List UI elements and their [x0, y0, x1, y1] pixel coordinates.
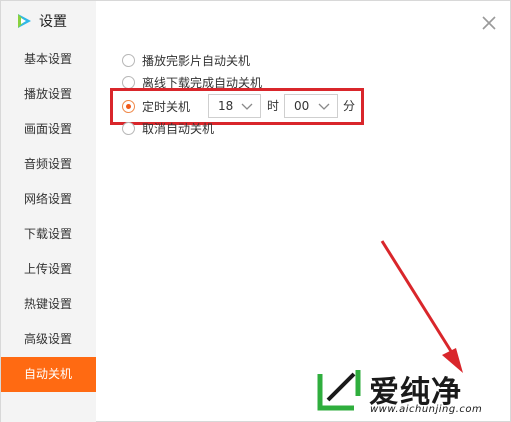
option-label: 取消自动关机	[142, 121, 215, 136]
hour-value: 18	[218, 99, 234, 113]
window-title: 设置	[39, 14, 67, 30]
settings-sidebar: 设置 基本设置 播放设置 画面设置 音频设置 网络设置 下载设置 上传设置 热键…	[1, 1, 96, 422]
option-shutdown-after-playback[interactable]: 播放完影片自动关机	[122, 51, 250, 69]
sidebar-item-hotkey[interactable]: 热键设置	[1, 287, 96, 322]
sidebar-item-download[interactable]: 下载设置	[1, 217, 96, 252]
sidebar-item-upload[interactable]: 上传设置	[1, 252, 96, 287]
hour-unit-label: 时	[267, 99, 280, 113]
option-scheduled-shutdown[interactable]: 定时关机	[122, 97, 190, 115]
option-label: 定时关机	[142, 99, 191, 114]
sidebar-item-picture[interactable]: 画面设置	[1, 112, 96, 147]
close-icon[interactable]	[480, 14, 498, 32]
watermark-url: www.aichunjing.com	[370, 404, 483, 415]
option-cancel-auto-shutdown[interactable]: 取消自动关机	[122, 119, 214, 137]
chevron-down-icon	[318, 103, 330, 110]
watermark: 爱纯净 www.aichunjing.com	[306, 363, 511, 422]
play-logo-icon	[18, 14, 31, 28]
sidebar-item-network[interactable]: 网络设置	[1, 182, 96, 217]
radio-button[interactable]	[122, 121, 135, 135]
radio-button-checked[interactable]	[122, 99, 135, 113]
minute-value: 00	[294, 99, 310, 113]
hour-select[interactable]: 18	[208, 94, 261, 118]
radio-button[interactable]	[122, 75, 135, 89]
sidebar-item-advanced[interactable]: 高级设置	[1, 322, 96, 357]
chevron-down-icon	[241, 103, 253, 110]
app-header: 设置	[15, 10, 67, 32]
radio-button[interactable]	[122, 53, 135, 67]
minute-select[interactable]: 00	[284, 94, 338, 118]
sidebar-item-audio[interactable]: 音频设置	[1, 147, 96, 182]
watermark-logo-icon	[317, 370, 361, 411]
sidebar-item-auto-shutdown[interactable]: 自动关机	[1, 357, 96, 392]
sidebar-item-playback[interactable]: 播放设置	[1, 77, 96, 112]
minute-unit-label: 分	[343, 99, 356, 113]
option-label: 播放完影片自动关机	[142, 53, 251, 68]
settings-window: 设置 基本设置 播放设置 画面设置 音频设置 网络设置 下载设置 上传设置 热键…	[0, 0, 511, 422]
sidebar-item-basic[interactable]: 基本设置	[1, 42, 96, 77]
